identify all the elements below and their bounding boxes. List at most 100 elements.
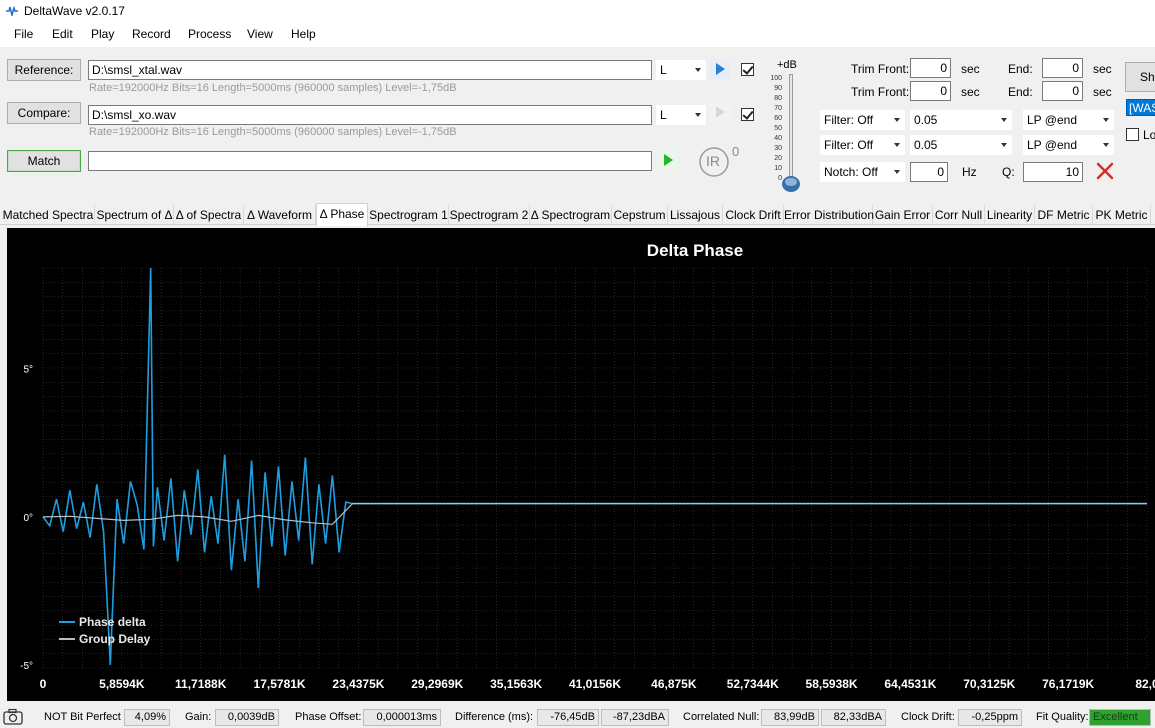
show-button-label: Sh (1140, 70, 1155, 84)
db-tick: 10 (774, 165, 782, 172)
filter-mode-select[interactable]: LP @end (1023, 110, 1114, 130)
db-tick: 80 (774, 95, 782, 102)
reference-checkbox[interactable] (741, 63, 754, 76)
tab-delta-of-spectra[interactable]: Δ of Spectra (174, 205, 244, 225)
reference-info: Rate=192000Hz Bits=16 Length=5000ms (960… (89, 82, 457, 94)
x-tick-label: 23,4375K (332, 677, 384, 691)
filter-select[interactable]: Filter: Off (820, 110, 905, 130)
db-tick: 70 (774, 105, 782, 112)
db-slider-track[interactable] (789, 74, 793, 184)
filter-freq-value: 0.05 (914, 138, 938, 152)
play-compare-icon[interactable] (710, 102, 730, 122)
trim-end-input[interactable]: 0 (1042, 81, 1083, 101)
tab-spectrogram-2[interactable]: Spectrogram 2 (449, 205, 530, 225)
trim-front-input[interactable]: 0 (910, 81, 951, 101)
tab-df-metric[interactable]: DF Metric (1035, 205, 1093, 225)
filter-select[interactable]: Filter: Off (820, 135, 905, 155)
menu-bar: File Edit Play Record Process View Help (0, 23, 1155, 47)
filter-freq-select[interactable]: 0.05 (910, 135, 1012, 155)
tab-clock-drift[interactable]: Clock Drift (723, 205, 784, 225)
y-tick-label: -5° (20, 661, 33, 672)
tab-cepstrum[interactable]: Cepstrum (612, 205, 668, 225)
x-tick-label: 41,0156K (569, 677, 621, 691)
trim-end-unit: sec (1093, 62, 1112, 76)
chevron-down-icon (894, 170, 900, 174)
x-tick-label: 29,2969K (411, 677, 463, 691)
reference-channel-select[interactable]: L (656, 60, 706, 80)
filter-value: Filter: Off (824, 138, 874, 152)
bit-perfect-value: 4,09% (124, 709, 170, 726)
notch-freq-input[interactable]: 0 (910, 162, 948, 182)
compare-channel-select[interactable]: L (656, 105, 706, 125)
show-button[interactable]: Sh (1125, 62, 1155, 92)
chart-svg: 0 5,8594K 11,7188K 17,5781K 23,4375K 29,2969K… (20, 241, 1155, 691)
tab-gain-error[interactable]: Gain Error (873, 205, 933, 225)
trim-end-input[interactable]: 0 (1042, 58, 1083, 78)
notch-select[interactable]: Notch: Off (820, 162, 905, 182)
menu-record[interactable]: Record (132, 27, 171, 41)
db-tick: 50 (774, 125, 782, 132)
tab-corr-null[interactable]: Corr Null (933, 205, 985, 225)
reference-button[interactable]: Reference: (7, 59, 81, 81)
tab-linearity[interactable]: Linearity (985, 205, 1035, 225)
compare-button[interactable]: Compare: (7, 102, 81, 124)
correlated-null-dba: 82,33dBA (821, 709, 886, 726)
notch-q-input[interactable]: 10 (1023, 162, 1083, 182)
clear-x-icon[interactable] (1095, 161, 1115, 181)
x-tick-label: 70,3125K (963, 677, 1015, 691)
compare-path-field[interactable]: D:\smsl_xo.wav (88, 105, 652, 125)
match-button[interactable]: Match (7, 150, 81, 172)
db-slider-knob[interactable] (781, 175, 801, 193)
play-reference-icon[interactable] (710, 59, 730, 79)
tab-delta-spectrogram[interactable]: Δ Spectrogram (530, 205, 612, 225)
tab-spectrum-of-delta[interactable]: Spectrum of Δ (96, 205, 174, 225)
notch-unit: Hz (962, 165, 977, 179)
menu-file[interactable]: File (14, 27, 33, 41)
db-label: +dB (777, 59, 797, 71)
loop-checkbox[interactable] (1126, 128, 1139, 141)
tab-delta-waveform[interactable]: Δ Waveform (244, 205, 316, 225)
compare-checkbox[interactable] (741, 108, 754, 121)
camera-icon[interactable] (3, 708, 23, 726)
tab-matched-spectra[interactable]: Matched Spectra (2, 205, 95, 225)
trim-end-unit: sec (1093, 85, 1112, 99)
title-bar: DeltaWave v2.0.17 (0, 0, 1155, 23)
tab-lissajous[interactable]: Lissajous (668, 205, 723, 225)
db-tick: 60 (774, 115, 782, 122)
tab-delta-phase[interactable]: Δ Phase (316, 203, 368, 226)
y-tick-label: 0° (23, 513, 33, 524)
tab-spectrogram-1[interactable]: Spectrogram 1 (369, 205, 449, 225)
status-bar: NOT Bit Perfect 4,09% Gain: 0,0039dB Pha… (0, 704, 1155, 728)
x-tick-label: 11,7188K (175, 677, 227, 691)
difference-value-db: -76,45dB (537, 709, 599, 726)
output-device-select[interactable]: [WAS (1126, 99, 1155, 116)
db-tick: 30 (774, 145, 782, 152)
play-match-icon[interactable] (658, 150, 678, 170)
db-tick: 90 (774, 85, 782, 92)
chevron-down-icon (695, 113, 701, 117)
filter-mode-select[interactable]: LP @end (1023, 135, 1114, 155)
x-tick-label: 35,1563K (490, 677, 542, 691)
menu-play[interactable]: Play (91, 27, 114, 41)
menu-edit[interactable]: Edit (52, 27, 73, 41)
filter-freq-select[interactable]: 0.05 (910, 110, 1012, 130)
trim-end-label: End: (1008, 62, 1033, 76)
menu-help[interactable]: Help (291, 27, 316, 41)
chevron-down-icon (1103, 118, 1109, 122)
fit-quality-value: Excellent (1089, 709, 1151, 726)
tab-pk-metric[interactable]: PK Metric (1093, 205, 1151, 225)
trim-front-unit: sec (961, 85, 980, 99)
x-tick-label: 76,1719K (1042, 677, 1094, 691)
x-tick-label: 46,875K (651, 677, 697, 691)
window-title: DeltaWave v2.0.17 (24, 4, 125, 18)
x-tick-label: 58,5938K (806, 677, 858, 691)
menu-process[interactable]: Process (188, 27, 231, 41)
tab-error-distribution[interactable]: Error Distribution (784, 205, 874, 225)
x-tick-label: 64,4531K (884, 677, 936, 691)
difference-value-dba: -87,23dBA (601, 709, 669, 726)
trim-front-input[interactable]: 0 (910, 58, 951, 78)
menu-view[interactable]: View (247, 27, 273, 41)
reference-path-field[interactable]: D:\smsl_xtal.wav (88, 60, 652, 80)
chevron-down-icon (894, 143, 900, 147)
x-tick-label: 82,0 (1135, 677, 1155, 691)
